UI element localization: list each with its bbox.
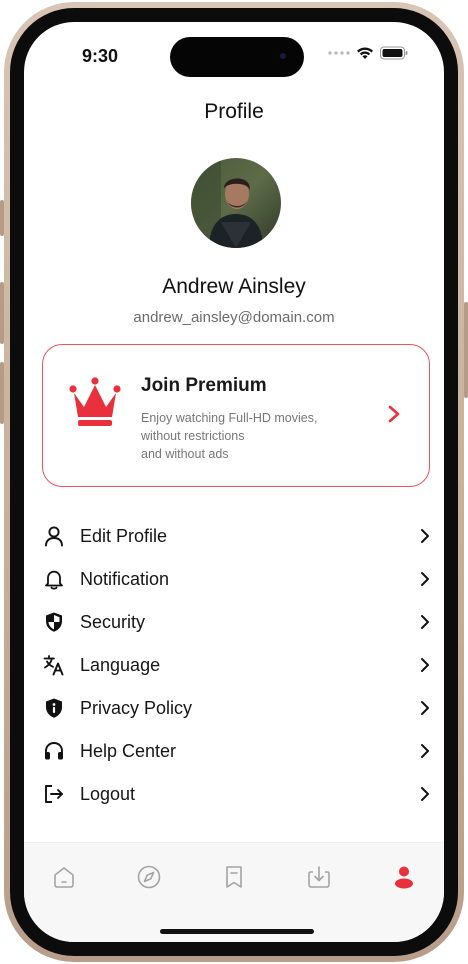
translate-icon <box>43 655 64 676</box>
home-indicator[interactable] <box>160 929 314 934</box>
privacy-shield-icon <box>46 698 62 718</box>
signal-dots-icon <box>328 51 350 55</box>
menu-item-label: Help Center <box>80 740 177 761</box>
page-title: Profile <box>204 100 264 123</box>
battery-icon <box>380 46 408 60</box>
user-name: Andrew Ainsley <box>162 275 306 298</box>
dynamic-island <box>170 37 304 77</box>
premium-description-line: and without ads <box>141 447 229 461</box>
bottom-tab-bar <box>24 842 444 942</box>
compass-icon <box>137 865 161 889</box>
profile-icon <box>395 866 413 889</box>
premium-description-line: without restrictions <box>141 429 245 443</box>
logout-icon <box>45 785 63 803</box>
phone-frame: 9:30 Profile Andrew Ainsley andrew_ainsl… <box>0 2 468 962</box>
screen: 9:30 Profile Andrew Ainsley andrew_ainsl… <box>24 22 444 942</box>
chevron-right-icon <box>388 405 400 423</box>
camera-dot <box>280 53 286 59</box>
menu-item-label: Privacy Policy <box>80 697 193 718</box>
headphones-icon <box>45 742 63 760</box>
tab-bookmarks[interactable] <box>218 861 250 893</box>
menu-item-label: Language <box>80 654 161 675</box>
premium-title: Join Premium <box>141 375 267 396</box>
chevron-right-icon <box>421 529 429 543</box>
chevron-right-icon <box>421 701 429 715</box>
action-button <box>0 200 4 236</box>
chevron-right-icon <box>421 658 429 672</box>
tab-home[interactable] <box>48 861 80 893</box>
menu-item-label: Edit Profile <box>80 525 168 546</box>
shield-icon <box>46 612 62 632</box>
chevron-right-icon <box>421 572 429 586</box>
user-email: andrew_ainsley@domain.com <box>133 309 335 326</box>
phone-bezel: 9:30 Profile Andrew Ainsley andrew_ainsl… <box>10 8 458 956</box>
menu-item-language[interactable]: Language <box>42 648 430 682</box>
menu-item-security[interactable]: Security <box>42 605 430 639</box>
menu-item-label: Logout <box>80 783 136 804</box>
volume-up-button <box>0 282 4 344</box>
chevron-right-icon <box>421 744 429 758</box>
menu-item-label: Security <box>80 611 146 632</box>
download-icon <box>308 866 330 888</box>
join-premium-card[interactable]: Join Premium Enjoy watching Full-HD movi… <box>42 344 430 487</box>
wifi-icon <box>357 47 373 59</box>
status-time: 9:30 <box>82 46 119 66</box>
avatar[interactable] <box>191 158 281 248</box>
menu-item-notification[interactable]: Notification <box>42 562 430 596</box>
tab-profile[interactable] <box>388 861 420 893</box>
chevron-right-icon <box>421 615 429 629</box>
premium-description: Enjoy watching Full-HD movies, without r… <box>141 409 361 463</box>
menu-item-logout[interactable]: Logout <box>42 777 430 811</box>
power-button <box>464 302 468 398</box>
chevron-right-icon <box>421 787 429 801</box>
menu-item-edit-profile[interactable]: Edit Profile <box>42 519 430 553</box>
volume-down-button <box>0 362 4 424</box>
menu-item-help-center[interactable]: Help Center <box>42 734 430 768</box>
bell-icon <box>45 570 63 590</box>
crown-icon <box>69 377 121 426</box>
avatar-photo <box>191 158 281 248</box>
premium-description-line: Enjoy watching Full-HD movies, <box>141 411 318 425</box>
tab-explore[interactable] <box>133 861 165 893</box>
status-icons <box>328 46 408 60</box>
menu-item-privacy-policy[interactable]: Privacy Policy <box>42 691 430 725</box>
bookmark-icon <box>226 866 242 888</box>
menu-item-label: Notification <box>80 568 170 589</box>
tab-downloads[interactable] <box>303 861 335 893</box>
user-icon <box>45 526 63 547</box>
home-icon <box>54 867 74 888</box>
